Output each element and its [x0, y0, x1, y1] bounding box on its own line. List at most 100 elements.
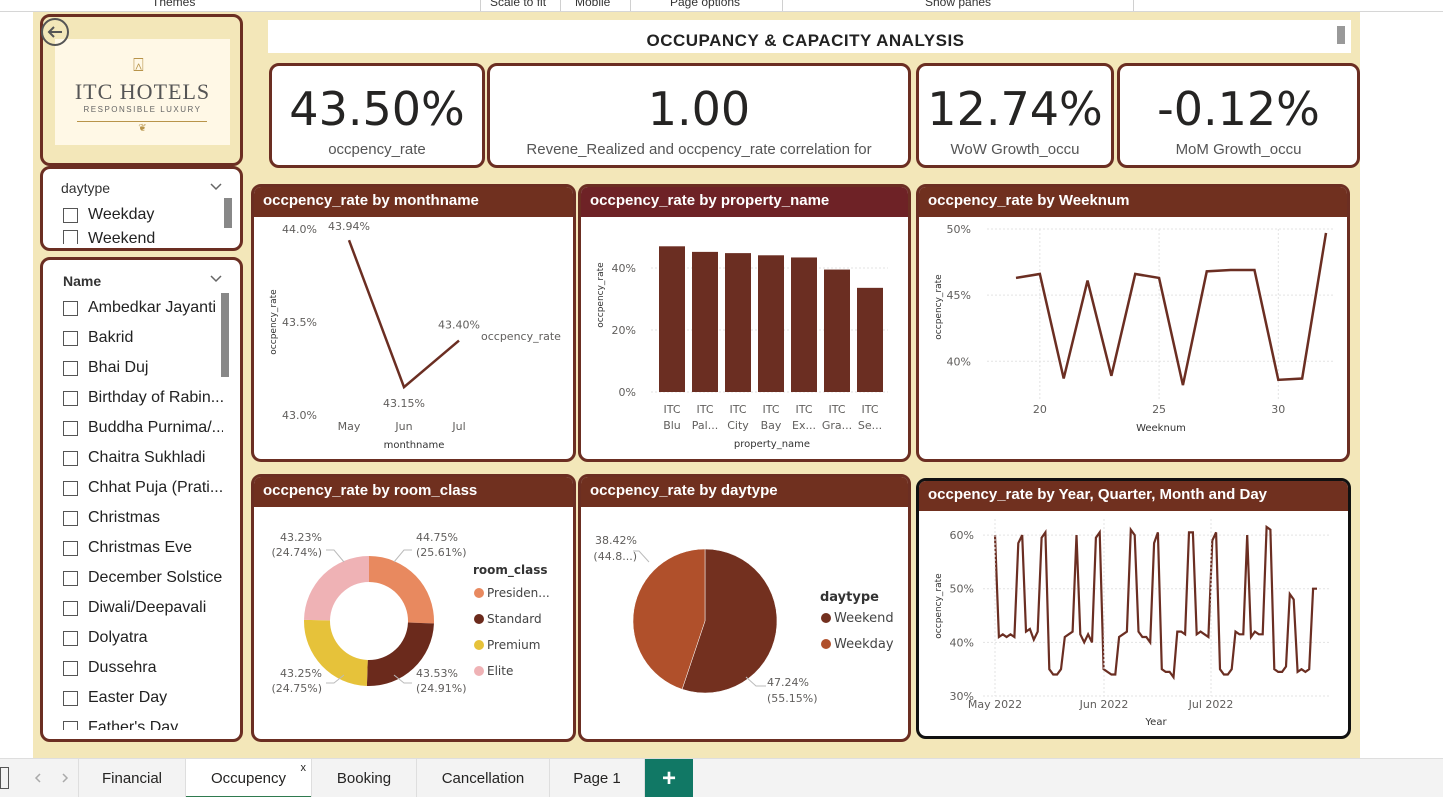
title-scrollbar[interactable]	[1337, 26, 1345, 44]
checkbox[interactable]	[63, 570, 78, 586]
checkbox[interactable]	[63, 600, 78, 616]
leader-line	[745, 676, 766, 687]
name-option[interactable]: Buddha Purnima/...	[63, 416, 223, 440]
name-option[interactable]: December Solstice	[63, 566, 222, 590]
tab-occupency[interactable]: Occupency x	[186, 759, 312, 797]
tab-page-1[interactable]: Page 1	[550, 759, 645, 797]
checkbox[interactable]	[63, 420, 78, 436]
bar	[857, 287, 883, 392]
y-axis-title: occpency_rate	[934, 274, 944, 340]
y-tick-label: 43.0%	[282, 409, 317, 422]
close-tab-icon[interactable]: x	[301, 762, 307, 774]
name-option[interactable]: Birthday of Rabin...	[63, 386, 223, 410]
y-axis-title: occpency_rate	[596, 262, 606, 328]
name-option[interactable]: Dolyatra	[63, 626, 148, 650]
x-axis-title: Year	[1144, 717, 1167, 728]
slicer-scrollbar[interactable]	[224, 198, 232, 228]
data-label: 43.15%	[383, 397, 425, 410]
option-label: Christmas Eve	[88, 539, 193, 556]
back-arrow-icon[interactable]	[40, 17, 70, 47]
option-label: Birthday of Rabin...	[88, 389, 223, 406]
y-tick-label: 60%	[950, 529, 974, 542]
holiday-name-slicer: Name Ambedkar Jayanti Bakrid Bhai Duj Birth…	[40, 257, 243, 742]
prev-page-icon[interactable]	[34, 773, 42, 783]
option-label: Buddha Purnima/...	[88, 419, 223, 436]
leader-line	[393, 549, 412, 563]
checkbox[interactable]	[63, 630, 78, 646]
name-option[interactable]: Christmas	[63, 506, 160, 530]
themes-button[interactable]: Themes	[152, 0, 195, 9]
daytype-option-weekend[interactable]: Weekend	[63, 230, 155, 244]
itc-emblem-icon: ⍓	[133, 55, 144, 75]
checkbox[interactable]	[63, 207, 78, 223]
name-option[interactable]: Diwali/Deepavali	[63, 596, 206, 620]
plus-icon: +	[661, 764, 676, 792]
checkbox[interactable]	[63, 390, 78, 406]
y-tick-label: 40%	[947, 355, 971, 368]
kpi-label: occpency_rate	[328, 141, 426, 158]
x-tick-label: 25	[1152, 403, 1166, 416]
visual-occupancy-by-month[interactable]: occpency_rate by monthname 44.0% 43.5% 43.…	[251, 184, 576, 462]
checkbox[interactable]	[63, 690, 78, 706]
mobile-button[interactable]: Mobile	[575, 0, 610, 9]
x-axis-title: property_name	[734, 439, 810, 450]
tab-booking[interactable]: Booking	[312, 759, 417, 797]
y-tick-label: 50%	[950, 583, 974, 596]
date-line-chart: 60%50%40%30%May 2022 Jun 2022 Jul 2022Year…	[934, 519, 1331, 728]
x-tick-label: May	[338, 420, 361, 433]
checkbox[interactable]	[63, 300, 78, 316]
checkbox[interactable]	[63, 230, 78, 244]
scale-to-fit-button[interactable]: Scale to fit	[490, 0, 546, 9]
visual-occupancy-by-daytype[interactable]: occpency_rate by daytype 47.24% (55.15%) 3…	[578, 474, 911, 742]
checkbox[interactable]	[63, 660, 78, 676]
next-page-icon[interactable]	[61, 773, 69, 783]
visual-occupancy-by-property[interactable]: occpency_rate by property_name 40% 20% 0% I…	[578, 184, 911, 462]
visual-occupancy-by-room-class[interactable]: occpency_rate by room_class 44.75% (25.61…	[251, 474, 576, 742]
option-label: Easter Day	[88, 689, 168, 706]
checkbox[interactable]	[63, 480, 78, 496]
tab-cancellation[interactable]: Cancellation	[417, 759, 550, 797]
checkbox[interactable]	[63, 330, 78, 346]
checkbox[interactable]	[63, 720, 78, 730]
checkbox[interactable]	[63, 450, 78, 466]
page-nav-icon[interactable]	[0, 767, 10, 789]
show-panes-button[interactable]: Show panes	[925, 0, 991, 9]
series-line	[993, 524, 1317, 681]
y-tick-label: 50%	[947, 223, 971, 236]
page-options-button[interactable]: Page options	[670, 0, 740, 9]
daytype-slicer: daytype Weekday Weekend	[40, 166, 243, 251]
canvas-gutter	[1360, 12, 1443, 758]
tab-financial[interactable]: Financial	[78, 759, 186, 797]
option-label: Ambedkar Jayanti	[88, 299, 217, 316]
checkbox[interactable]	[63, 360, 78, 376]
chevron-down-icon[interactable]	[210, 183, 222, 191]
visual-title: occpency_rate by room_class	[254, 477, 573, 507]
name-option[interactable]: Bakrid	[63, 326, 133, 350]
name-option[interactable]: Christmas Eve	[63, 536, 192, 560]
data-label: 43.53%	[416, 667, 458, 680]
x-tick-label: Blu	[663, 419, 681, 432]
name-option[interactable]: Ambedkar Jayanti	[63, 296, 216, 320]
checkbox[interactable]	[63, 540, 78, 556]
bar	[725, 253, 751, 392]
name-option[interactable]: Chaitra Sukhladi	[63, 446, 205, 470]
name-option[interactable]: Dussehra	[63, 656, 156, 680]
daytype-option-weekday[interactable]: Weekday	[63, 203, 154, 227]
visual-title: occpency_rate by daytype	[581, 477, 908, 507]
name-option[interactable]: Father's Day	[63, 716, 178, 730]
x-tick-label: Se...	[858, 419, 882, 432]
kpi-card-correlation: 1.00 Revene_Realized and occpency_rate c…	[487, 63, 911, 168]
kpi-card-occupancy: 43.50% occpency_rate	[269, 63, 485, 168]
data-label: (25.61%)	[416, 546, 467, 559]
legend-marker	[821, 613, 831, 623]
add-page-button[interactable]: +	[645, 759, 693, 797]
checkbox[interactable]	[63, 510, 78, 526]
x-tick-label: May 2022	[968, 698, 1022, 711]
name-option[interactable]: Chhat Puja (Prati...	[63, 476, 223, 500]
name-option[interactable]: Easter Day	[63, 686, 167, 710]
name-option[interactable]: Bhai Duj	[63, 356, 148, 380]
x-tick-label: ITC	[730, 403, 747, 416]
visual-occupancy-by-date[interactable]: occpency_rate by Year, Quarter, Month an…	[916, 478, 1351, 739]
visual-occupancy-by-weeknum[interactable]: occpency_rate by Weeknum 50% 45% 40% 20 25 30…	[916, 184, 1350, 462]
donut-slice	[304, 556, 369, 621]
